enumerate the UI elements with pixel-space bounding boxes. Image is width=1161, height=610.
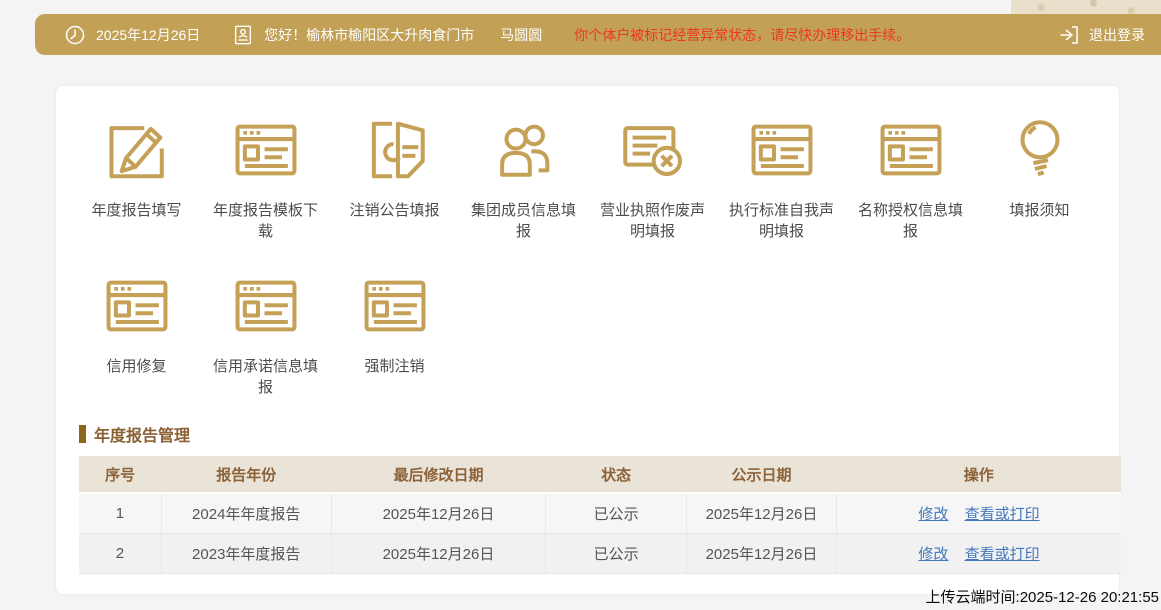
table-header-row: 序号 报告年份 最后修改日期 状态 公示日期 操作 bbox=[79, 456, 1121, 493]
background-pattern bbox=[1011, 0, 1161, 15]
view-or-print-link[interactable]: 查看或打印 bbox=[965, 506, 1040, 523]
table-row: 2 2023年年度报告 2025年12月26日 已公示 2025年12月26日 … bbox=[79, 533, 1121, 573]
app-annual-report-template-download[interactable]: 年度报告模板下载 bbox=[201, 112, 330, 242]
cell-report-year: 2023年年度报告 bbox=[161, 533, 331, 573]
deregister-doc-icon bbox=[360, 115, 430, 185]
col-header-actions: 操作 bbox=[837, 456, 1122, 493]
app-label: 名称授权信息填报 bbox=[855, 200, 967, 242]
cell-publish-date: 2025年12月26日 bbox=[686, 533, 836, 573]
cell-report-year: 2024年年度报告 bbox=[161, 493, 331, 533]
greeting-company-name: 您好！榆林市榆阳区大升肉食门市 bbox=[264, 25, 474, 45]
logout-label: 退出登录 bbox=[1089, 25, 1145, 45]
template-window-icon bbox=[231, 271, 301, 341]
section-header: 年度报告管理 bbox=[79, 424, 1119, 444]
app-forced-deregistration[interactable]: 强制注销 bbox=[330, 268, 459, 398]
bulb-icon bbox=[1005, 115, 1075, 185]
app-label: 集团成员信息填报 bbox=[468, 200, 580, 242]
app-credit-commitment-info[interactable]: 信用承诺信息填报 bbox=[201, 268, 330, 398]
upload-cloud-timestamp: 上传云端时间:2025-12-26 20:21:55 bbox=[926, 586, 1159, 607]
clock-icon bbox=[63, 23, 87, 47]
app-label: 年度报告模板下载 bbox=[210, 200, 322, 242]
edit-square-icon bbox=[102, 115, 172, 185]
main-panel: 年度报告填写 年度报告模板下载 注销公告填报 集团成员信息填报 营业执照作废声明… bbox=[55, 85, 1120, 595]
template-window-icon bbox=[876, 115, 946, 185]
cell-index: 1 bbox=[79, 493, 161, 533]
section-title: 年度报告管理 bbox=[94, 422, 190, 446]
template-window-icon bbox=[231, 115, 301, 185]
app-label: 营业执照作废声明填报 bbox=[597, 200, 709, 242]
app-name-authorization-info[interactable]: 名称授权信息填报 bbox=[846, 112, 975, 242]
cell-status: 已公示 bbox=[546, 493, 687, 533]
template-window-icon bbox=[360, 271, 430, 341]
app-filing-instructions[interactable]: 填报须知 bbox=[975, 112, 1104, 242]
col-header-last-modified: 最后修改日期 bbox=[331, 456, 546, 493]
edit-link[interactable]: 修改 bbox=[918, 506, 948, 523]
table-row: 1 2024年年度报告 2025年12月26日 已公示 2025年12月26日 … bbox=[79, 493, 1121, 533]
cell-publish-date: 2025年12月26日 bbox=[686, 493, 836, 533]
cell-index: 2 bbox=[79, 533, 161, 573]
app-grid-row-2: 信用修复 信用承诺信息填报 强制注销 bbox=[72, 268, 1119, 398]
app-label: 年度报告填写 bbox=[91, 200, 181, 221]
app-label: 注销公告填报 bbox=[349, 200, 439, 221]
abnormal-status-warning: 你个体户被标记经营异常状态，请尽快办理移出手续。 bbox=[574, 25, 910, 45]
cell-last-modified: 2025年12月26日 bbox=[331, 493, 546, 533]
app-license-void-declaration[interactable]: 营业执照作废声明填报 bbox=[588, 112, 717, 242]
app-label: 填报须知 bbox=[1009, 200, 1069, 221]
annual-report-table: 序号 报告年份 最后修改日期 状态 公示日期 操作 1 2024年年度报告 20… bbox=[79, 456, 1121, 574]
app-group-member-info[interactable]: 集团成员信息填报 bbox=[459, 112, 588, 242]
app-credit-repair[interactable]: 信用修复 bbox=[72, 268, 201, 398]
col-header-report-year: 报告年份 bbox=[161, 456, 331, 493]
app-standard-self-declaration[interactable]: 执行标准自我声明填报 bbox=[717, 112, 846, 242]
group-members-icon bbox=[489, 115, 559, 185]
template-window-icon bbox=[102, 271, 172, 341]
current-date: 2025年12月26日 bbox=[96, 25, 200, 45]
app-deregistration-notice[interactable]: 注销公告填报 bbox=[330, 112, 459, 242]
app-label: 信用承诺信息填报 bbox=[210, 356, 322, 398]
top-bar: 2025年12月26日 您好！榆林市榆阳区大升肉食门市 马圆圆 你个体户被标记经… bbox=[35, 14, 1161, 55]
logout-button[interactable]: 退出登录 bbox=[1057, 23, 1145, 47]
template-window-icon bbox=[747, 115, 817, 185]
cell-last-modified: 2025年12月26日 bbox=[331, 533, 546, 573]
app-label: 强制注销 bbox=[364, 356, 424, 377]
col-header-publish-date: 公示日期 bbox=[686, 456, 836, 493]
cell-status: 已公示 bbox=[546, 533, 687, 573]
app-label: 信用修复 bbox=[106, 356, 166, 377]
app-label: 执行标准自我声明填报 bbox=[726, 200, 838, 242]
section-title-bar bbox=[79, 425, 86, 443]
view-or-print-link[interactable]: 查看或打印 bbox=[965, 546, 1040, 563]
col-header-index: 序号 bbox=[79, 456, 161, 493]
logout-icon bbox=[1057, 23, 1081, 47]
app-grid-row-1: 年度报告填写 年度报告模板下载 注销公告填报 集团成员信息填报 营业执照作废声明… bbox=[72, 112, 1119, 242]
edit-link[interactable]: 修改 bbox=[918, 546, 948, 563]
col-header-status: 状态 bbox=[546, 456, 687, 493]
user-name: 马圆圆 bbox=[500, 25, 542, 45]
id-card-icon bbox=[232, 24, 254, 46]
app-annual-report-fill[interactable]: 年度报告填写 bbox=[72, 112, 201, 242]
license-void-icon bbox=[618, 115, 688, 185]
